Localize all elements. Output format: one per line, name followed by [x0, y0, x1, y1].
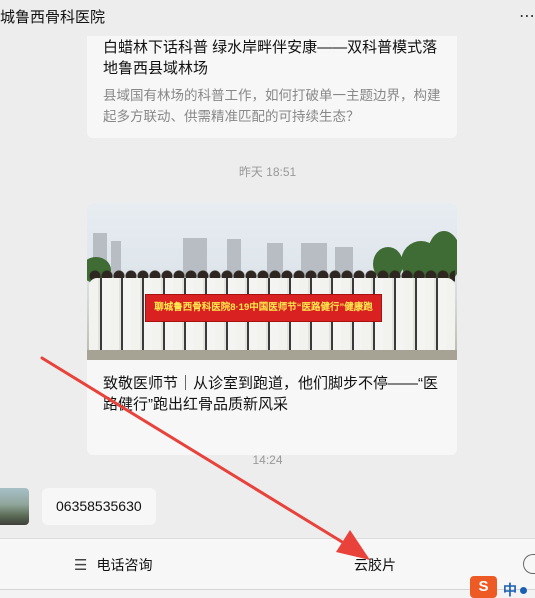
photo-banner: 聊城鲁西骨科医院8·19中国医师节“医路健行”健康跑 [145, 294, 382, 322]
article-description: 县域国有林场的科普工作，如何打破单一主题边界，构建起多方联动、供需精准匹配的可持… [103, 88, 441, 124]
menu-cloud-film[interactable]: 云胶片 [354, 539, 396, 590]
keyboard-toggle-icon[interactable] [523, 554, 535, 574]
article-cover-image: 聊城鲁西骨科医院8·19中国医师节“医路健行”健康跑 [87, 203, 457, 360]
menu-label: 云胶片 [354, 556, 396, 573]
article-card-forestry[interactable]: 白蜡林下话科普 绿水岸畔伴安康——双科普模式落地鲁西县域林场 县域国有林场的科普… [87, 36, 457, 138]
article-title: 致敬医师节｜从诊室到跑道，他们脚步不停——“医路健行”跑出红骨品质新风采 [103, 375, 438, 413]
bottom-menu-bar: ☰ 电话咨询 云胶片 [0, 538, 535, 589]
ime-logo-icon[interactable]: S [470, 576, 497, 598]
menu-phone-consult[interactable]: ☰ 电话咨询 [74, 539, 152, 590]
timestamp: 14:24 [252, 453, 283, 467]
ime-language-indicator[interactable]: 中 [503, 580, 517, 598]
article-card-doctors-day[interactable]: 聊城鲁西骨科医院8·19中国医师节“医路健行”健康跑 致敬医师节｜从诊室到跑道，… [87, 203, 457, 455]
timestamp: 昨天 18:51 [238, 165, 297, 179]
chat-title: 城鲁西骨科医院 [0, 9, 106, 26]
chat-header: 城鲁西骨科医院 ⋯ [0, 0, 535, 36]
avatar[interactable] [0, 488, 29, 525]
system-taskbar [0, 589, 535, 598]
more-icon[interactable]: ⋯ [519, 6, 535, 26]
ime-status-dot-icon [520, 587, 527, 594]
hamburger-menu-icon: ☰ [74, 556, 88, 574]
message-list[interactable]: 白蜡林下话科普 绿水岸畔伴安康——双科普模式落地鲁西县域林场 县域国有林场的科普… [0, 36, 535, 536]
menu-label: 电话咨询 [96, 556, 153, 573]
article-title: 白蜡林下话科普 绿水岸畔伴安康——双科普模式落地鲁西县域林场 [103, 39, 438, 77]
phone-message-bubble[interactable]: 06358535630 [42, 488, 156, 525]
